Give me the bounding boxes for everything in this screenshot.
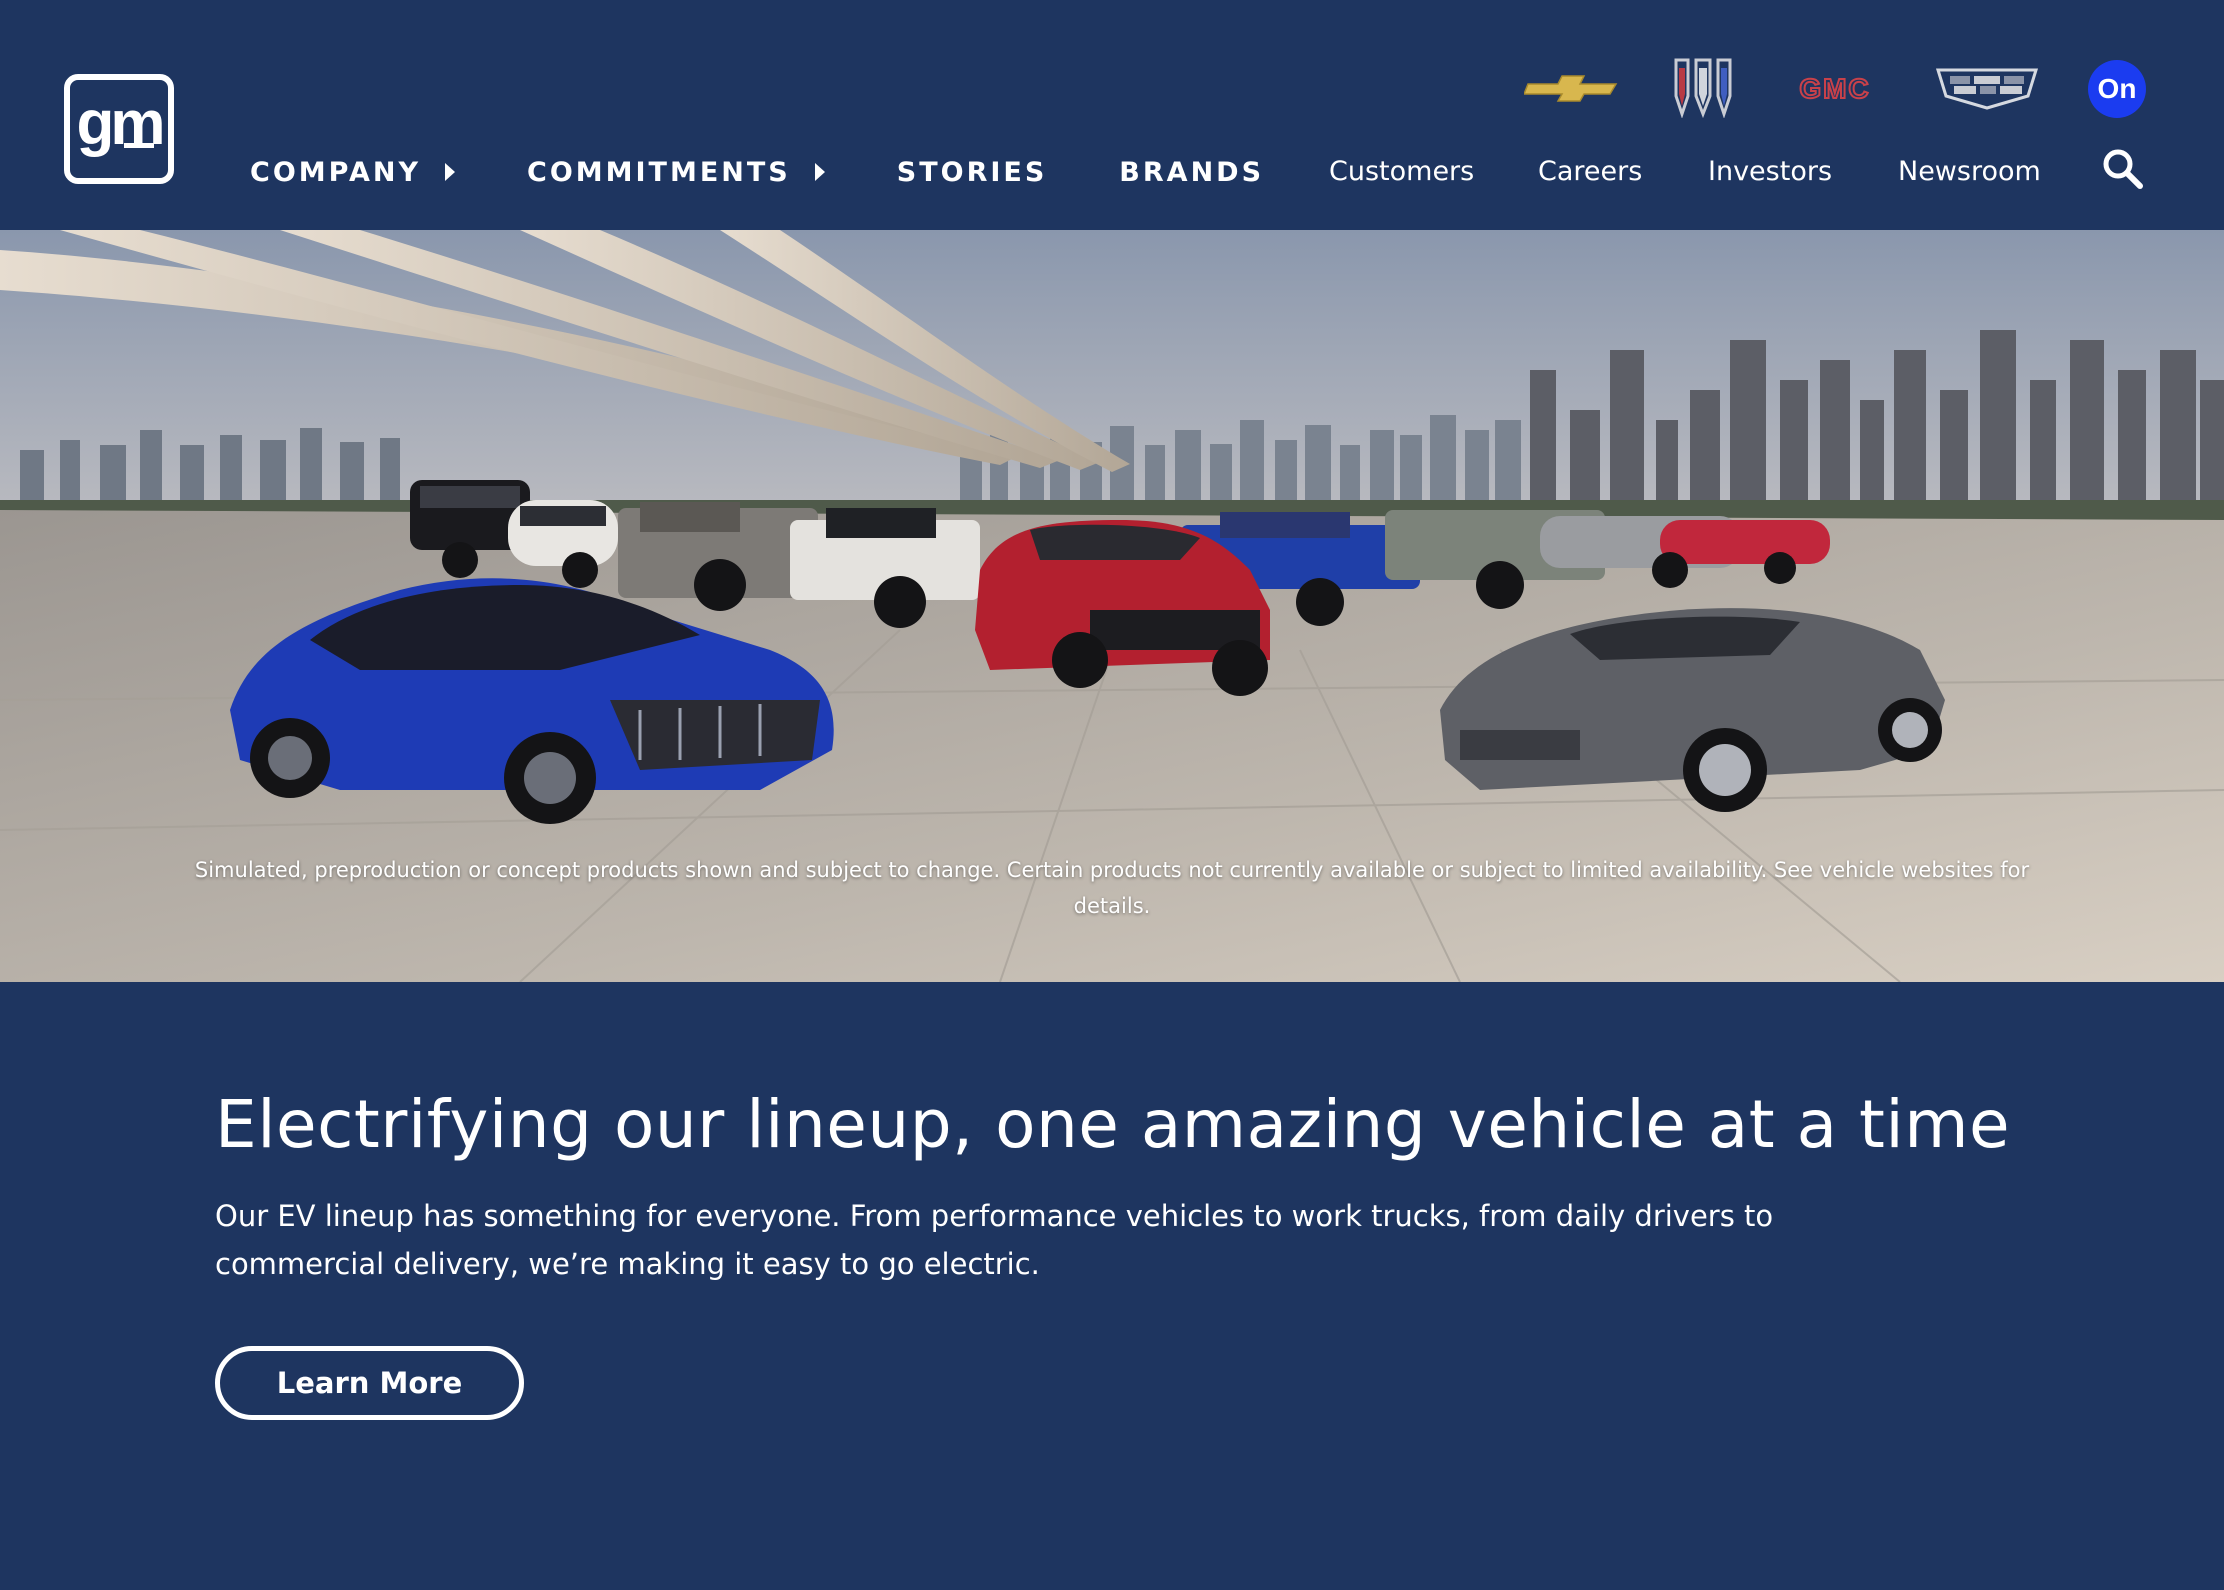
gm-logo[interactable]: gm	[64, 74, 174, 184]
nav-commitments-label: COMMITMENTS	[527, 156, 791, 188]
gmc-logo[interactable]: GMC	[1784, 72, 1886, 105]
nav-investors[interactable]: Investors	[1708, 152, 1832, 192]
main-navigation: COMPANY COMMITMENTS STORIES BRANDS	[250, 152, 1336, 192]
nav-careers[interactable]: Careers	[1538, 152, 1642, 192]
learn-more-button[interactable]: Learn More	[215, 1346, 524, 1420]
onstar-logo[interactable]: On	[2088, 60, 2146, 118]
search-icon[interactable]	[2100, 146, 2144, 190]
nav-customers[interactable]: Customers	[1329, 152, 1474, 192]
nav-company[interactable]: COMPANY	[250, 152, 455, 192]
caret-right-icon	[445, 163, 455, 181]
nav-brands[interactable]: BRANDS	[1119, 152, 1264, 192]
nav-commitments[interactable]: COMMITMENTS	[527, 152, 825, 192]
gmc-logo-text: GMC	[1799, 74, 1870, 104]
nav-stories[interactable]: STORIES	[897, 152, 1048, 192]
chevrolet-logo[interactable]	[1524, 74, 1620, 102]
section-body: Our EV lineup has something for everyone…	[215, 1199, 1774, 1282]
caret-right-icon	[814, 163, 825, 181]
site-header: gm COMPANY COMMITMENTS STORIES BRANDS Cu…	[0, 0, 2224, 230]
hero-disclaimer: Simulated, preproduction or concept prod…	[194, 858, 2030, 918]
nav-company-label: COMPANY	[250, 156, 421, 188]
ev-lineup-section: Electrifying our lineup, one amazing veh…	[215, 1085, 2015, 1288]
nav-stories-label: STORIES	[896, 156, 1048, 188]
hero-image: Simulated, preproduction or concept prod…	[0, 230, 2224, 982]
buick-logo[interactable]	[1672, 56, 1734, 118]
cadillac-logo[interactable]	[1936, 66, 2038, 110]
gm-logo-underline	[124, 143, 154, 148]
nav-brands-label: BRANDS	[1119, 156, 1265, 188]
onstar-logo-text: On	[2097, 73, 2137, 104]
section-headline: Electrifying our lineup, one amazing veh…	[215, 1086, 2011, 1163]
nav-newsroom[interactable]: Newsroom	[1898, 152, 2041, 192]
